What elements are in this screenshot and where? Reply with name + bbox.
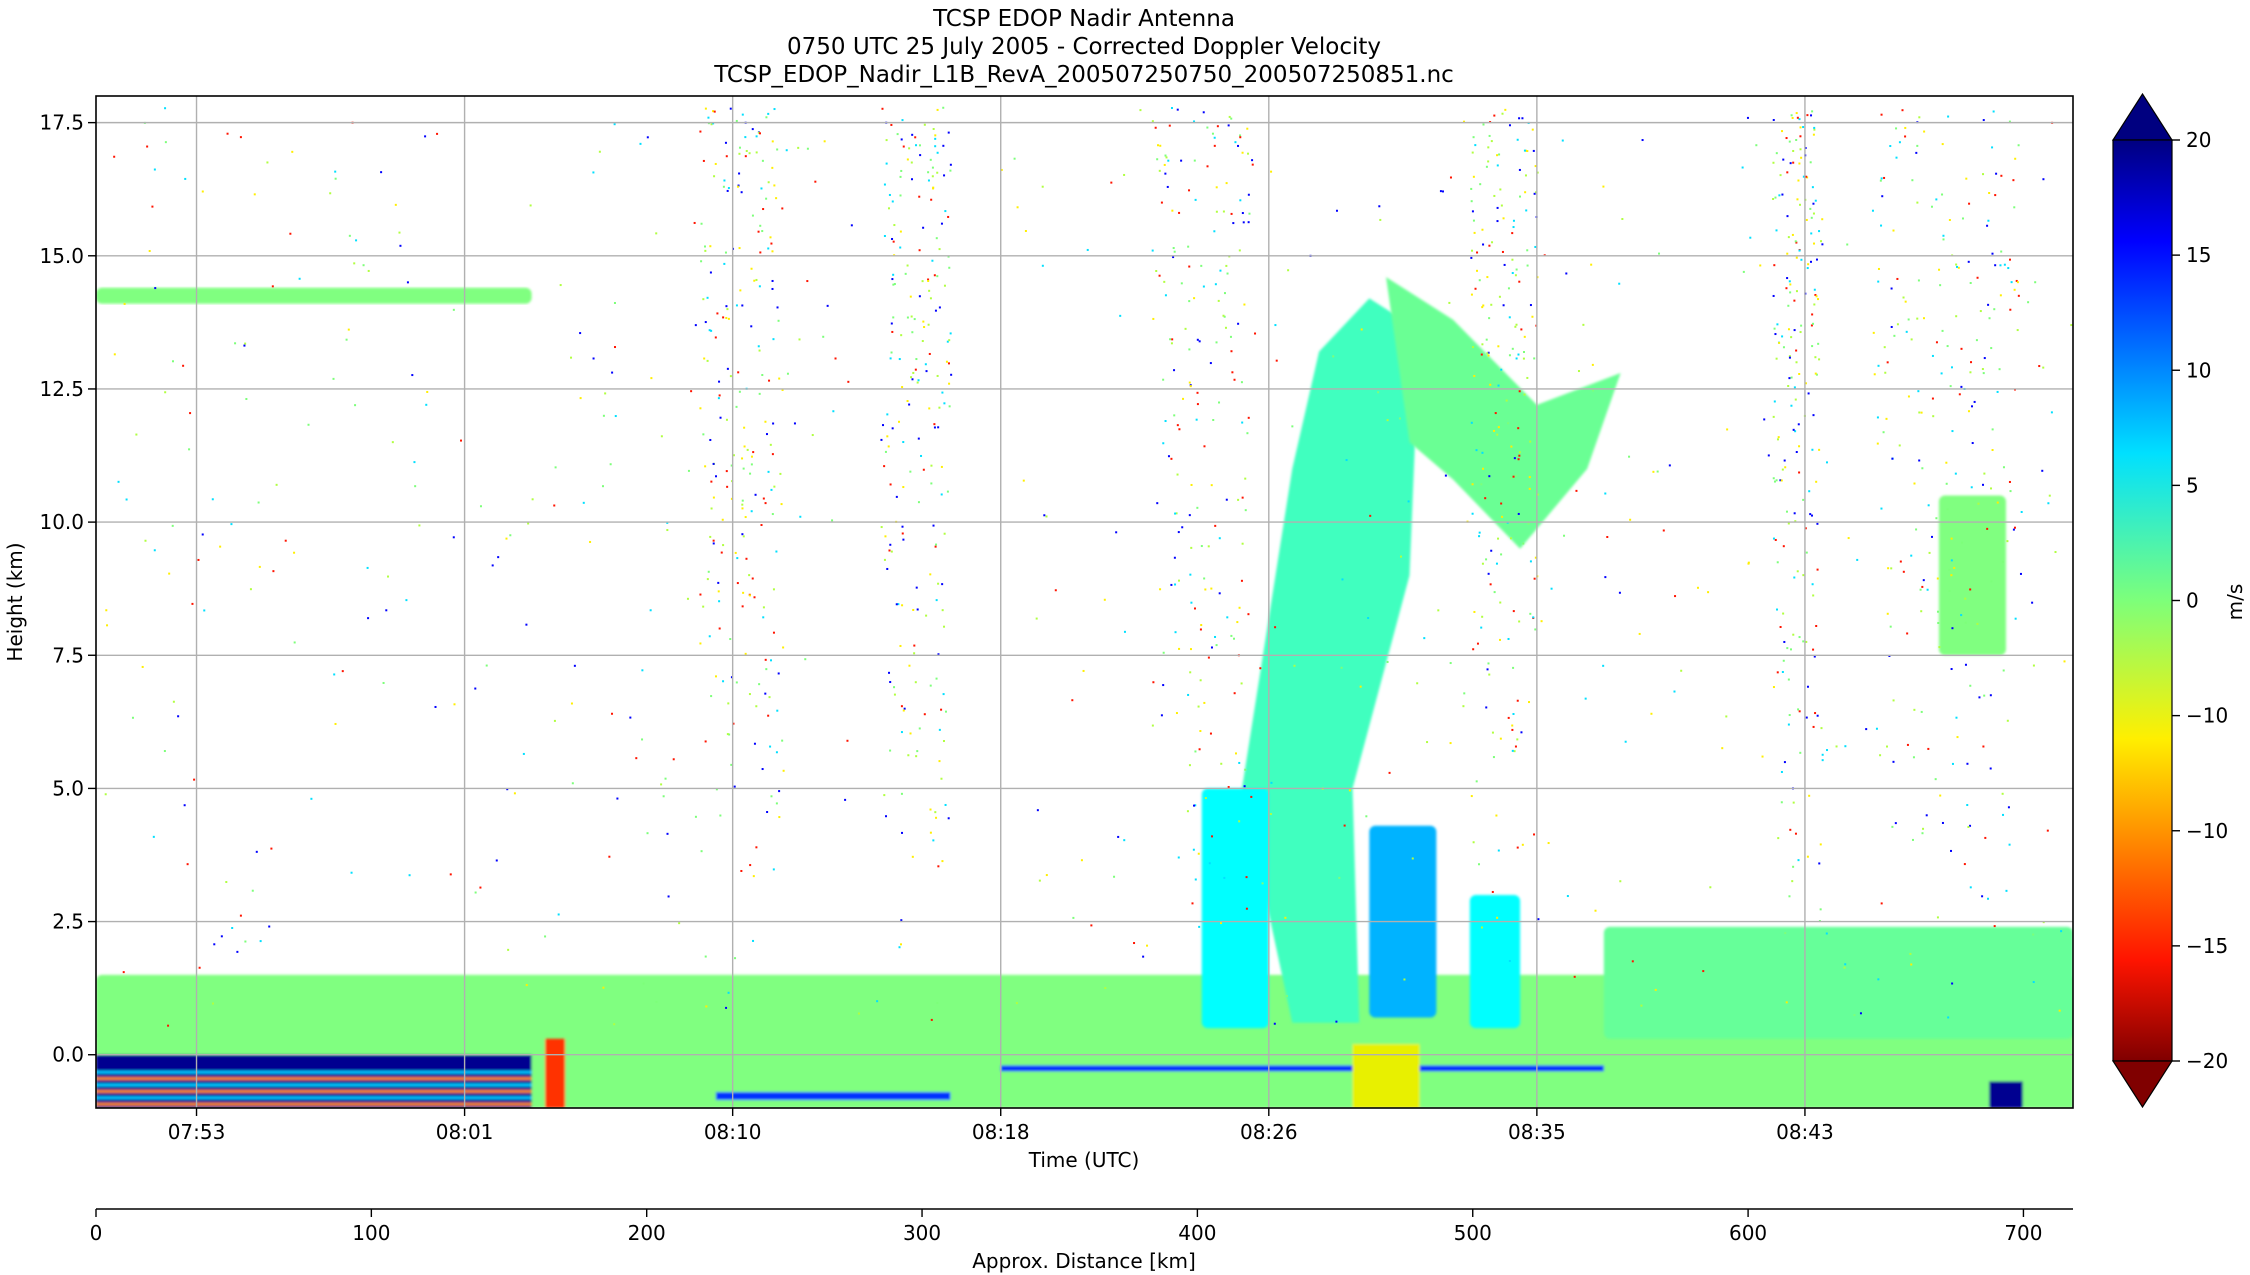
x-tick-label-3: 08:18 [972,1120,1030,1144]
feature-high-cloud [1938,495,2006,656]
y-axis: 0.0 2.5 5.0 7.5 10.0 12.5 15.0 17.5 [39,111,96,1067]
y-tick-label-3: 7.5 [52,643,84,667]
chart-title-line-1: TCSP EDOP Nadir Antenna [932,6,1235,32]
x-tick-label-2: 08:10 [704,1120,762,1144]
colorbar: 20 15 10 5 0 −10 −10 −15 −20 m/s [2111,92,2247,1109]
distance-axis: 0 100 200 300 400 500 600 700 [90,1209,2043,1245]
colorbar-tick-label-6: −10 [2186,819,2228,843]
y-tick-label-5: 12.5 [39,377,84,401]
x-tick-label-4: 08:26 [1240,1120,1298,1144]
feature-shallow-convection [1201,788,1269,1029]
colorbar-tick-label-3: 5 [2186,473,2199,497]
x-axis: 07:53 08:01 08:10 08:18 08:26 08:35 08:43 [168,1108,1834,1144]
y-tick-label-2: 5.0 [52,776,84,800]
x-tick-label-1: 08:01 [436,1120,494,1144]
colorbar-label: m/s [2223,584,2247,621]
figure: TCSP EDOP Nadir Antenna 0750 UTC 25 July… [3,6,2247,1273]
feature-upper-layer [96,287,532,304]
colorbar-tick-label-2: 10 [2186,358,2211,382]
distance-tick-label-1: 100 [352,1221,390,1245]
x-tick-label-0: 07:53 [168,1120,226,1144]
y-tick-label-1: 2.5 [52,910,84,934]
colorbar-tick-label-7: −15 [2186,934,2228,958]
colorbar-tick-label-0: 20 [2186,128,2211,152]
feature-rising-cloud-tops [1603,926,2073,1039]
x-tick-label-6: 08:43 [1776,1120,1834,1144]
distance-tick-label-5: 500 [1454,1221,1492,1245]
x-tick-label-5: 08:35 [1508,1120,1566,1144]
distance-tick-label-3: 300 [903,1221,941,1245]
colorbar-body [2112,139,2173,1062]
colorbar-tick-label-8: −20 [2186,1049,2228,1073]
feature-shallow-convection [1469,894,1521,1029]
distance-tick-label-7: 700 [2004,1221,2042,1245]
y-tick-label-4: 10.0 [39,510,84,534]
distance-tick-label-2: 200 [628,1221,666,1245]
y-tick-label-0: 0.0 [52,1043,84,1067]
colorbar-tick-label-5: −10 [2186,704,2228,728]
distance-tick-label-4: 400 [1178,1221,1216,1245]
y-axis-label: Height (km) [3,542,27,661]
colorbar-extend-top [2111,92,2174,141]
distance-tick-label-0: 0 [90,1221,103,1245]
y-tick-label-7: 17.5 [39,111,84,135]
colorbar-tick-label-4: 0 [2186,589,2199,613]
colorbar-extend-bottom [2111,1060,2174,1109]
chart-title-line-3: TCSP_EDOP_Nadir_L1B_RevA_200507250750_20… [713,62,1454,88]
distance-axis-label: Approx. Distance [km] [972,1249,1196,1273]
chart-title-line-2: 0750 UTC 25 July 2005 - Corrected Dopple… [787,34,1381,60]
colorbar-tick-label-1: 15 [2186,243,2211,267]
x-axis-label: Time (UTC) [1028,1148,1140,1172]
y-tick-label-6: 15.0 [39,244,84,268]
distance-tick-label-6: 600 [1729,1221,1767,1245]
